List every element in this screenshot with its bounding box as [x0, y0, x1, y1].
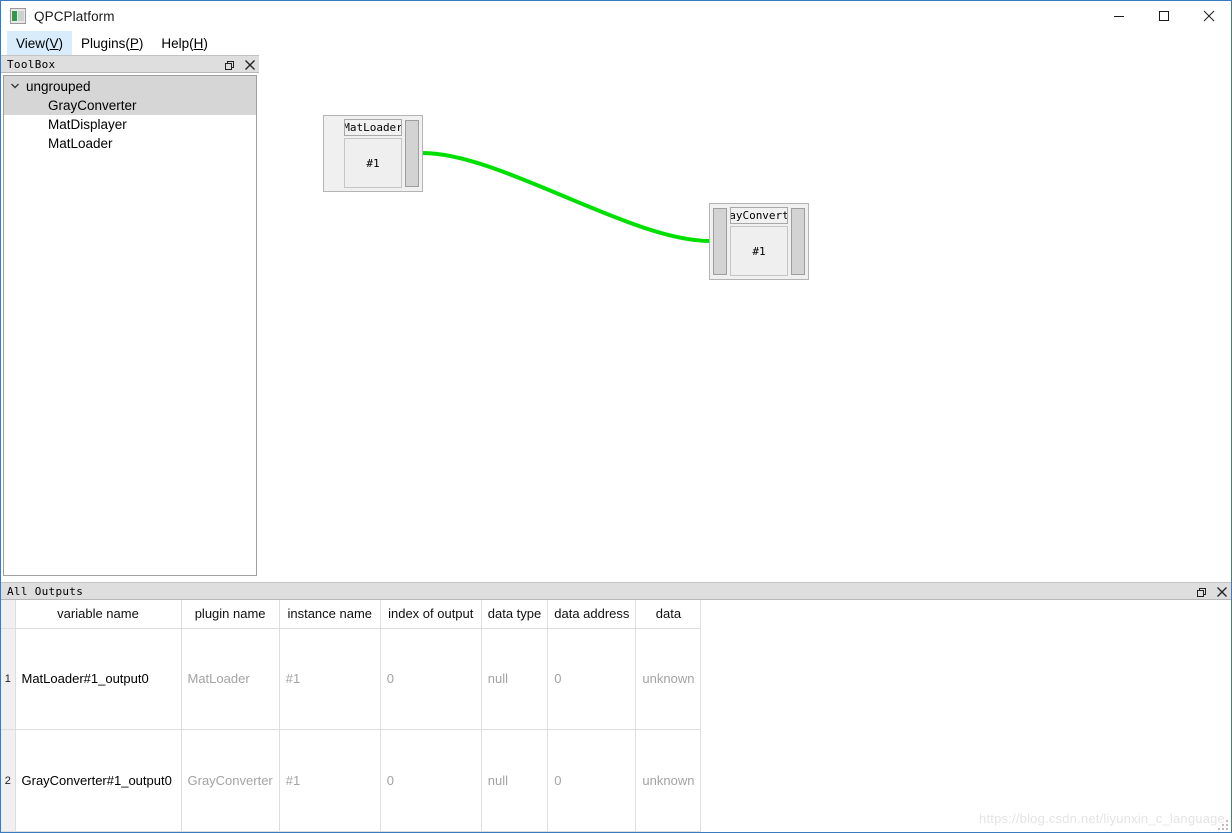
menu-item-help-label: Help [161, 35, 190, 51]
cell-instance-name[interactable]: #1 [278, 729, 381, 832]
node-instance-label: #1 [344, 138, 402, 188]
input-port-strip[interactable] [713, 208, 727, 275]
menu-item-view-accel: V [49, 35, 59, 51]
node-center: MatLoader #1 [344, 119, 402, 188]
all-outputs-close-icon[interactable] [1216, 587, 1227, 598]
toolbox-item-matloader[interactable]: MatLoader [4, 134, 256, 153]
menu-item-plugins[interactable]: Plugins(P) [72, 31, 152, 55]
input-port-strip [327, 120, 341, 187]
menu-bar: View(V) Plugins(P) Help(H) [1, 31, 1231, 55]
window-title: QPCPlatform [34, 8, 115, 24]
column-header-data-address[interactable]: data address [547, 600, 637, 629]
table-row[interactable]: 2 GrayConverter#1_output0 GrayConverter … [1, 729, 702, 832]
output-port-strip[interactable] [405, 120, 419, 187]
cell-data-address[interactable]: 0 [547, 627, 637, 731]
upper-area: ToolBox ungrouped GrayConverter MatDispl… [1, 55, 1231, 582]
cell-plugin-name[interactable]: MatLoader [180, 627, 280, 731]
all-outputs-title-buttons [1197, 583, 1227, 601]
app-icon [10, 8, 26, 24]
column-header-index-of-output[interactable]: index of output [379, 600, 482, 629]
cell-data-type[interactable]: null [480, 627, 549, 731]
resize-grip[interactable] [1216, 818, 1228, 830]
toolbox-panel: ToolBox ungrouped GrayConverter MatDispl… [1, 55, 259, 582]
watermark-text: https://blog.csdn.net/liyunxin_c_languag… [979, 811, 1225, 826]
toolbox-item-matdisplayer[interactable]: MatDisplayer [4, 115, 256, 134]
all-outputs-panel: All Outputs variable name plugin name in… [1, 582, 1231, 832]
node-title: MatLoader [344, 119, 402, 136]
table-header-row: variable name plugin name instance name … [1, 600, 702, 629]
tree-group-ungrouped[interactable]: ungrouped [4, 76, 256, 96]
column-header-variable-name[interactable]: variable name [14, 600, 182, 629]
row-number-header [1, 600, 16, 629]
menu-item-help-accel: H [193, 35, 204, 51]
cell-instance-name[interactable]: #1 [278, 627, 381, 731]
main-body: ToolBox ungrouped GrayConverter MatDispl… [1, 55, 1231, 832]
toolbox-title-bar: ToolBox [1, 55, 259, 73]
toolbox-close-icon[interactable] [244, 60, 255, 71]
all-outputs-title: All Outputs [7, 584, 84, 598]
cell-data-address[interactable]: 0 [547, 729, 637, 832]
cell-variable-name[interactable]: MatLoader#1_output0 [14, 627, 182, 731]
column-header-data-type[interactable]: data type [480, 600, 549, 629]
toolbox-item-label: MatDisplayer [48, 117, 127, 132]
node-center: GrayConverter #1 [730, 207, 788, 276]
menu-item-view-label: View [16, 35, 46, 51]
menu-item-plugins-accel: P [129, 35, 139, 51]
toolbox-title-buttons [225, 56, 255, 74]
tree-group-label: ungrouped [26, 78, 91, 94]
all-outputs-table-wrap[interactable]: variable name plugin name instance name … [1, 600, 1231, 832]
toolbox-item-label: GrayConverter [48, 98, 137, 113]
minimize-button[interactable] [1096, 1, 1141, 31]
menu-item-help[interactable]: Help(H) [152, 31, 217, 55]
all-outputs-title-bar: All Outputs [1, 582, 1231, 600]
all-outputs-float-icon[interactable] [1197, 587, 1208, 598]
row-number: 2 [1, 729, 16, 832]
toolbox-item-label: MatLoader [48, 136, 113, 151]
title-bar: QPCPlatform [1, 1, 1231, 31]
node-title: GrayConverter [730, 207, 788, 224]
cell-data[interactable]: unknown [635, 627, 702, 731]
menu-item-view[interactable]: View(V) [7, 31, 73, 55]
window-controls [1096, 1, 1231, 31]
connection-wire[interactable] [420, 151, 713, 243]
column-header-data[interactable]: data [635, 600, 702, 629]
cell-variable-name[interactable]: GrayConverter#1_output0 [14, 729, 182, 832]
chevron-down-icon[interactable] [4, 81, 26, 91]
all-outputs-table[interactable]: variable name plugin name instance name … [1, 600, 702, 832]
maximize-button[interactable] [1141, 1, 1186, 31]
graph-node-matloader[interactable]: MatLoader #1 [323, 115, 423, 192]
output-port-strip[interactable] [791, 208, 805, 275]
cell-data[interactable]: unknown [635, 729, 702, 832]
node-instance-label: #1 [730, 226, 788, 276]
close-button[interactable] [1186, 1, 1231, 31]
graph-canvas[interactable]: MatLoader #1 GrayConverter #1 [259, 55, 1231, 582]
toolbox-float-icon[interactable] [225, 60, 236, 71]
graph-node-grayconverter[interactable]: GrayConverter #1 [709, 203, 809, 280]
row-number: 1 [1, 627, 16, 731]
cell-plugin-name[interactable]: GrayConverter [180, 729, 280, 832]
application-window: QPCPlatform View(V) Plugins(P) Help(H) T… [0, 0, 1232, 833]
cell-data-type[interactable]: null [480, 729, 549, 832]
toolbox-tree[interactable]: ungrouped GrayConverter MatDisplayer Mat… [3, 75, 257, 576]
table-row[interactable]: 1 MatLoader#1_output0 MatLoader #1 0 nul… [1, 627, 702, 731]
cell-index-of-output[interactable]: 0 [379, 729, 482, 832]
cell-index-of-output[interactable]: 0 [379, 627, 482, 731]
column-header-instance-name[interactable]: instance name [278, 600, 381, 629]
toolbox-title: ToolBox [7, 57, 56, 71]
column-header-plugin-name[interactable]: plugin name [180, 600, 280, 629]
menu-item-plugins-label: Plugins [81, 35, 126, 51]
toolbox-item-grayconverter[interactable]: GrayConverter [4, 96, 256, 115]
